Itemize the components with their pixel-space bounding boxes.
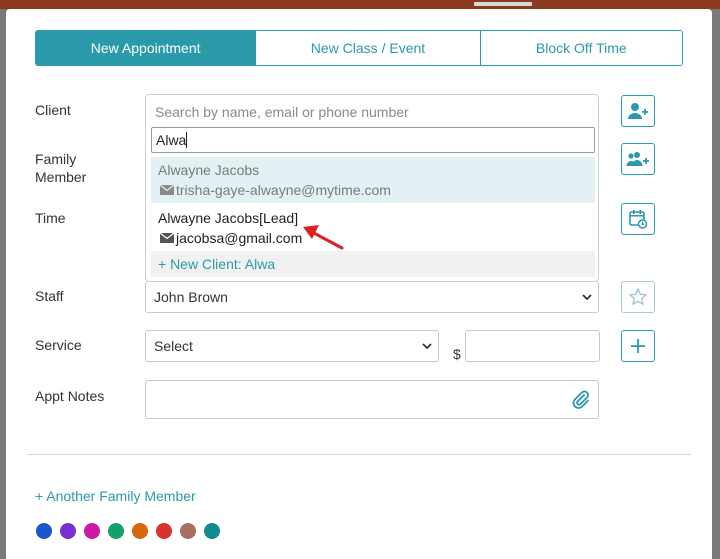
tab-new-class-event[interactable]: New Class / Event — [255, 31, 480, 65]
another-family-member-link[interactable]: + Another Family Member — [35, 488, 196, 504]
color-swatches — [36, 523, 220, 539]
color-swatch[interactable] — [156, 523, 172, 539]
add-family-member-button[interactable] — [621, 143, 655, 175]
client-result-name: Alwayne Jacobs[Lead] — [158, 210, 299, 226]
service-label: Service — [35, 337, 82, 353]
tab-new-appointment[interactable]: New Appointment — [36, 31, 256, 65]
color-swatch[interactable] — [204, 523, 220, 539]
staff-value: John Brown — [154, 289, 228, 305]
appointment-modal: New Appointment New Class / Event Block … — [6, 9, 712, 559]
calendar-refresh-icon — [629, 210, 648, 229]
text-cursor — [186, 132, 188, 148]
envelope-icon — [160, 233, 174, 243]
color-swatch[interactable] — [180, 523, 196, 539]
users-plus-icon — [626, 152, 649, 166]
staff-select[interactable]: John Brown — [145, 281, 599, 313]
color-swatch[interactable] — [36, 523, 52, 539]
family-member-label: Family Member — [35, 151, 87, 185]
client-result-email: trisha-gaye-alwayne@mytime.com — [176, 182, 391, 198]
color-swatch[interactable] — [132, 523, 148, 539]
background-right-strip — [712, 9, 720, 559]
background-select — [474, 2, 532, 6]
chevron-down-icon — [582, 294, 592, 301]
new-client-option[interactable]: + New Client: Alwa — [151, 251, 595, 277]
client-result-email: jacobsa@gmail.com — [176, 230, 303, 246]
calendar-button[interactable] — [621, 203, 655, 235]
service-value: Select — [154, 338, 193, 354]
staff-label: Staff — [35, 288, 64, 304]
user-plus-icon — [628, 103, 648, 119]
client-label: Client — [35, 102, 71, 118]
add-service-button[interactable] — [621, 330, 655, 362]
add-client-button[interactable] — [621, 95, 655, 127]
chevron-down-icon — [422, 343, 432, 350]
envelope-icon — [160, 185, 174, 195]
plus-icon — [631, 339, 645, 353]
annotation-arrow-icon — [303, 225, 344, 250]
tab-block-off-time[interactable]: Block Off Time — [479, 31, 682, 65]
client-search-value: Alwa — [156, 132, 187, 148]
service-select[interactable]: Select — [145, 330, 439, 362]
appt-notes-label: Appt Notes — [35, 388, 105, 404]
appointment-type-tabs: New Appointment New Class / Event Block … — [35, 30, 683, 66]
client-result-email-row: trisha-gaye-alwayne@mytime.com — [160, 182, 391, 198]
color-swatch[interactable] — [84, 523, 100, 539]
service-price-input[interactable] — [465, 330, 600, 362]
time-label: Time — [35, 210, 66, 226]
star-icon — [629, 288, 647, 305]
client-result-item[interactable]: Alwayne Jacobs[Lead] jacobsa@gmail.com — [151, 205, 595, 249]
favorite-staff-button[interactable] — [621, 281, 655, 313]
paperclip-icon[interactable] — [572, 390, 590, 410]
color-swatch[interactable] — [60, 523, 76, 539]
appt-notes-input[interactable] — [145, 380, 599, 419]
client-search-input[interactable]: Alwa — [151, 127, 595, 153]
background-top-bar — [0, 0, 720, 9]
form-divider — [27, 454, 691, 455]
client-search-box[interactable]: Search by name, email or phone number Al… — [145, 94, 599, 282]
client-result-name: Alwayne Jacobs — [158, 162, 260, 178]
client-result-email-row: jacobsa@gmail.com — [160, 230, 302, 246]
color-swatch[interactable] — [108, 523, 124, 539]
client-search-placeholder: Search by name, email or phone number — [155, 104, 409, 120]
client-result-item[interactable]: Alwayne Jacobs trisha-gaye-alwayne@mytim… — [151, 157, 595, 203]
currency-symbol: $ — [453, 346, 461, 362]
